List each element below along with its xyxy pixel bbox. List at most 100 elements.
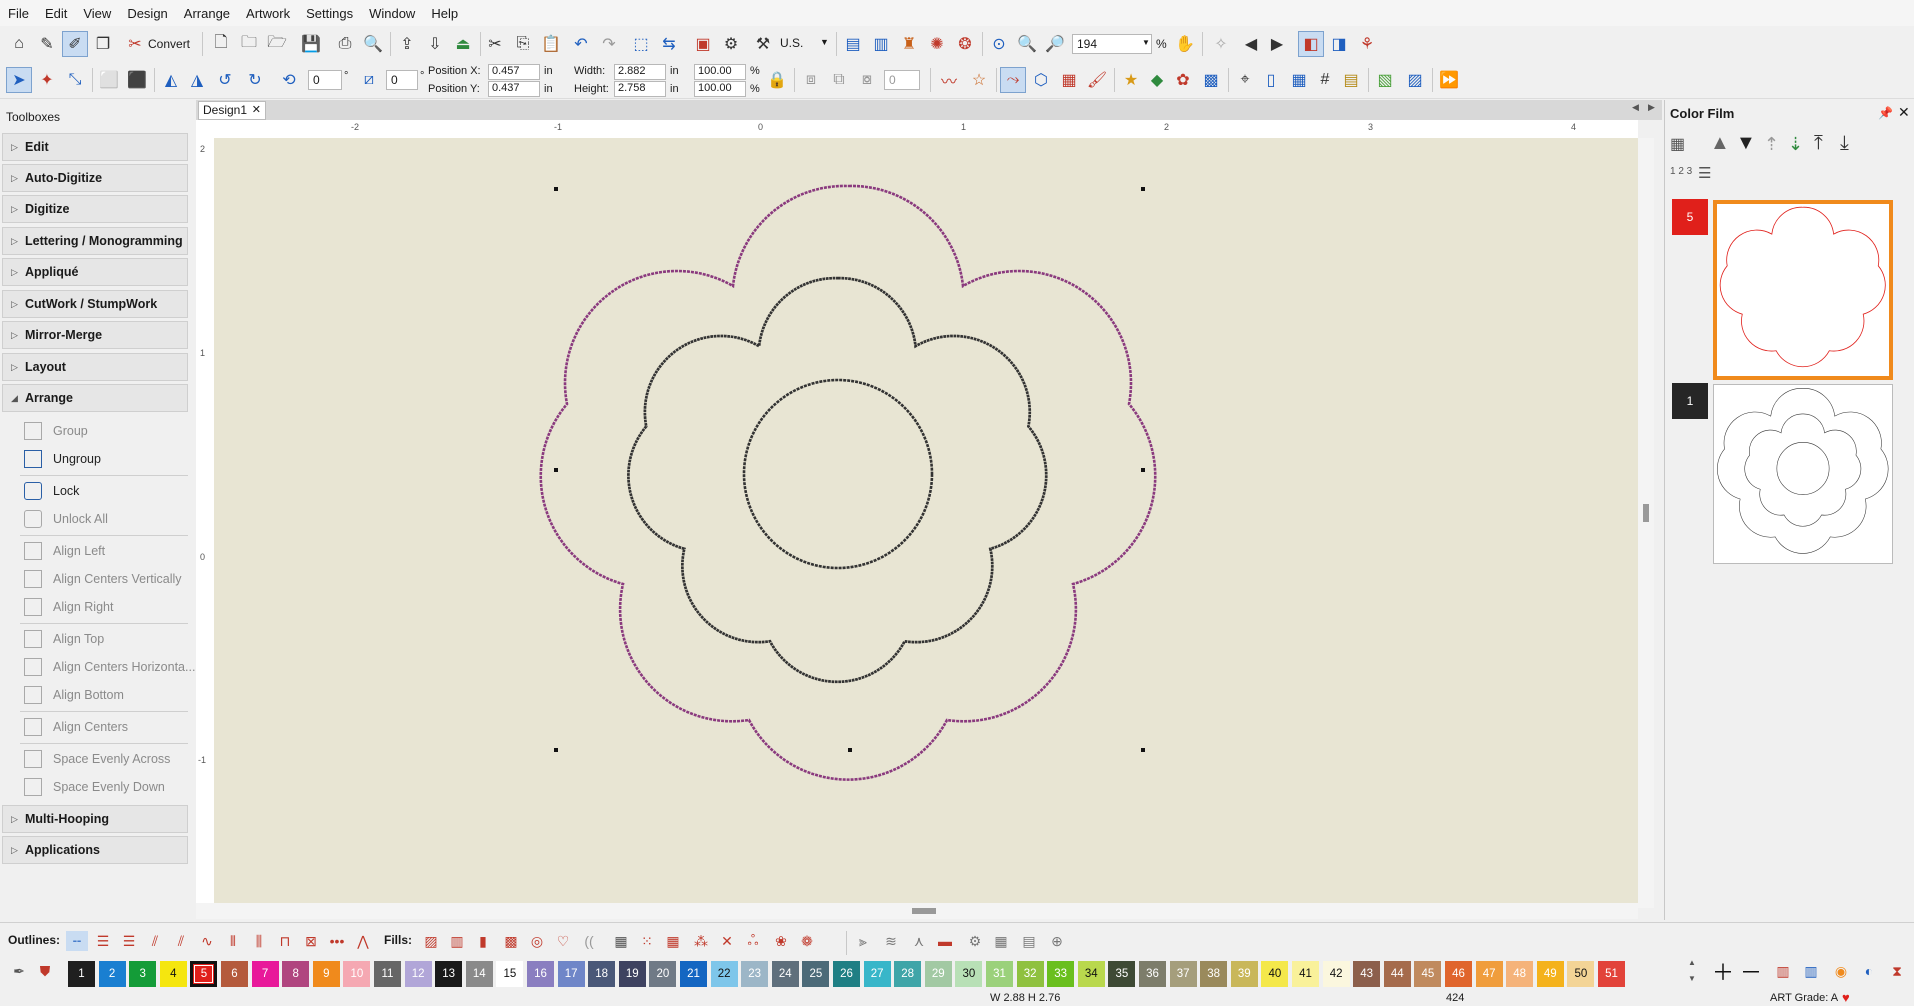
pin-icon[interactable]: 📌 <box>1878 106 1893 120</box>
dots-outline-icon[interactable]: ••• <box>326 931 348 951</box>
select-arrow-icon[interactable]: ➤ <box>6 67 32 93</box>
color-swatch[interactable]: 48 <box>1506 961 1534 987</box>
rotate-angle-input[interactable]: 0 <box>308 70 342 90</box>
blanket-outline-icon[interactable]: ⊓ <box>274 931 296 951</box>
spool-icon[interactable]: ⧗ <box>1886 961 1908 981</box>
color-swatch[interactable]: 19 <box>618 961 646 987</box>
color-swatch[interactable]: 7 <box>251 961 279 987</box>
color-swatch[interactable]: 50 <box>1567 961 1595 987</box>
color-swatch[interactable]: 5 <box>190 961 218 987</box>
remove-color-icon[interactable]: － <box>1740 960 1762 985</box>
toolbox-arrange[interactable]: ◢ Arrange <box>2 384 188 412</box>
recent-file-icon[interactable]: 🗁 <box>264 31 290 57</box>
color-swatch[interactable]: 43 <box>1353 961 1381 987</box>
fill-flower-icon[interactable]: ❀ <box>770 931 792 951</box>
print-preview-icon[interactable]: 🔍 <box>360 31 386 57</box>
view-options-icon[interactable]: ▦ <box>1670 134 1685 154</box>
color-swatch[interactable]: 20 <box>649 961 677 987</box>
close-icon[interactable]: ✕ <box>252 102 261 119</box>
move-up-icon[interactable]: ▲ <box>1710 132 1730 155</box>
redo-icon[interactable]: ↷ <box>596 31 622 57</box>
color-swatch[interactable]: 1 <box>68 961 95 987</box>
color-swatch[interactable]: 37 <box>1169 961 1197 987</box>
color-wheel-icon[interactable]: ◉ <box>1830 961 1852 981</box>
color-swatch[interactable]: 14 <box>465 961 493 987</box>
color-swatch[interactable]: 31 <box>986 961 1013 987</box>
freehand-icon[interactable]: ⤳ <box>1000 67 1026 93</box>
color-swatch[interactable]: 23 <box>741 961 769 987</box>
position-y-input[interactable]: 0.437 <box>488 81 540 97</box>
center-circle-outline[interactable] <box>742 378 934 570</box>
hoop-icon[interactable]: ⧇ <box>854 67 880 93</box>
star-icon[interactable]: ★ <box>1118 67 1144 93</box>
paste-icon[interactable]: 📋 <box>538 31 564 57</box>
color-film-entry-number[interactable]: 5 <box>1672 199 1708 235</box>
palette-scroll-down-icon[interactable]: ▼ <box>1688 974 1696 983</box>
zoom-input[interactable]: 194 <box>1072 34 1152 54</box>
skew-angle-input[interactable]: 0 <box>386 70 418 90</box>
color-swatch[interactable]: 40 <box>1261 961 1289 987</box>
selection-handle[interactable] <box>554 748 558 752</box>
measure-icon[interactable]: ⌖ <box>1232 67 1258 93</box>
compass-icon[interactable]: ⋏ <box>908 931 930 951</box>
table-icon[interactable]: ▤ <box>1338 67 1364 93</box>
toolbox-lettering[interactable]: ▷ Lettering / Monogramming <box>2 227 188 255</box>
color-swatch[interactable]: 17 <box>557 961 585 987</box>
selection-handle[interactable] <box>1141 468 1145 472</box>
fill-pattern-icon[interactable]: ▦ <box>1056 67 1082 93</box>
grid-lines-icon[interactable]: # <box>1312 67 1338 93</box>
import-icon[interactable]: ⇩ <box>422 31 448 57</box>
position-x-input[interactable]: 0.457 <box>488 64 540 80</box>
wand-icon[interactable]: ✧ <box>1208 31 1234 57</box>
texture-icon[interactable]: ▦ <box>990 931 1012 951</box>
chevron-down-icon[interactable]: ▼ <box>820 37 829 47</box>
send-to-machine-icon[interactable]: ⏏ <box>450 31 476 57</box>
skew-icon[interactable]: ⧄ <box>356 67 382 93</box>
zoom-1to1-icon[interactable]: ⊙ <box>986 31 1012 57</box>
stitch-view-icon[interactable]: ✺ <box>924 31 950 57</box>
zoom-fit-icon[interactable]: 🔍 <box>1014 31 1040 57</box>
tab-design1[interactable]: Design1 ✕ <box>198 101 266 120</box>
chevron-down-icon[interactable]: ▼ <box>1142 38 1150 47</box>
combine-icon[interactable]: ⧉ <box>826 67 852 93</box>
print-icon[interactable]: ⎙ <box>332 31 358 57</box>
fill-diagonal-icon[interactable]: ▨ <box>420 931 442 951</box>
fill-curve-icon[interactable]: (( <box>578 931 600 951</box>
move-to-top-icon[interactable]: ⇡ <box>1764 134 1779 155</box>
selection-handle[interactable] <box>848 748 852 752</box>
open-folder-icon[interactable]: 🗀 <box>236 31 262 57</box>
guides-icon[interactable]: ▦ <box>1286 67 1312 93</box>
cross-outline-icon[interactable]: ⊠ <box>300 931 322 951</box>
mirror-vertical-icon[interactable]: ◮ <box>184 67 210 93</box>
new-file-icon[interactable]: 🗋 <box>208 31 234 57</box>
menu-arrange[interactable]: Arrange <box>176 0 238 23</box>
background-pattern-icon[interactable]: ▨ <box>1402 67 1428 93</box>
redwork-icon[interactable]: ▬ <box>934 931 956 951</box>
zoom-out-icon[interactable]: 🔎 <box>1042 31 1068 57</box>
color-swatch[interactable]: 21 <box>680 961 707 987</box>
color-swatch[interactable]: 45 <box>1414 961 1442 987</box>
fill-satin-icon[interactable]: ▮ <box>472 931 494 951</box>
color-film-entry-number[interactable]: 1 <box>1672 383 1708 419</box>
motif-outline-icon[interactable]: ⋀ <box>352 931 374 951</box>
wave-outline-icon[interactable]: ∿ <box>196 931 218 951</box>
pan-hand-icon[interactable]: ✋ <box>1172 31 1198 57</box>
color-swatch[interactable]: 47 <box>1475 961 1503 987</box>
zigzag-outline-icon[interactable]: ⫽ <box>170 931 192 951</box>
color-swatch[interactable]: 42 <box>1322 961 1350 987</box>
edit-mode-icon[interactable]: ✎ <box>34 31 60 57</box>
convert-icon[interactable]: ✂ <box>122 31 148 57</box>
color-swatch[interactable]: 35 <box>1108 961 1136 987</box>
color-swatch[interactable]: 2 <box>98 961 126 987</box>
split-icon[interactable]: ⧈ <box>798 67 824 93</box>
fill-grid-icon[interactable]: ▦ <box>662 931 684 951</box>
fill-stars-icon[interactable]: ⁂ <box>690 931 712 951</box>
fill-lace-icon[interactable]: ❁ <box>796 931 818 951</box>
thread-ball-icon[interactable]: ◐ <box>1858 961 1880 981</box>
toolbox-cutwork[interactable]: ▷ CutWork / StumpWork <box>2 290 188 318</box>
scale-width-input[interactable]: 100.00 <box>694 64 746 80</box>
color-swatch[interactable]: 30 <box>955 961 983 987</box>
next-icon[interactable]: ▶ <box>1264 31 1290 57</box>
shapes-icon[interactable]: ◆ <box>1144 67 1170 93</box>
fill-contour-icon[interactable]: ▩ <box>500 931 522 951</box>
